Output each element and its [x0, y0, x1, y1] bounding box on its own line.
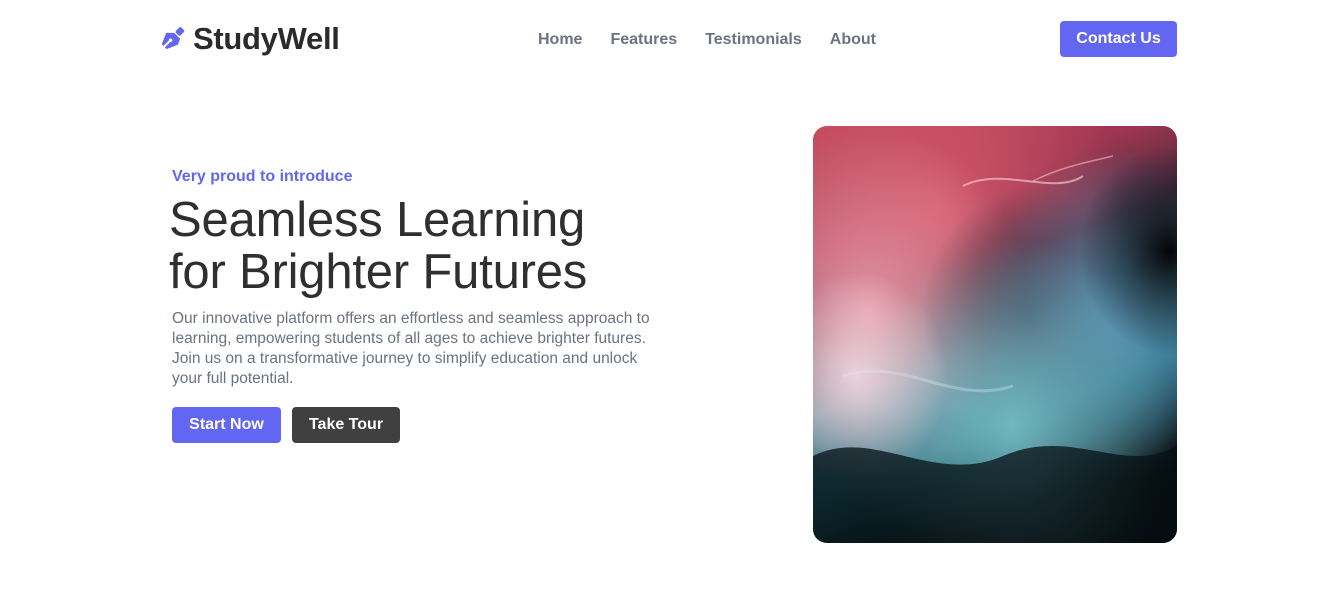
nav-testimonials[interactable]: Testimonials	[705, 30, 802, 50]
main-nav: Home Features Testimonials About	[538, 30, 876, 50]
take-tour-button[interactable]: Take Tour	[292, 407, 400, 443]
nav-features[interactable]: Features	[610, 30, 677, 50]
brand-logo[interactable]: StudyWell	[161, 22, 340, 56]
start-now-button[interactable]: Start Now	[172, 407, 281, 443]
landing-page: StudyWell Home Features Testimonials Abo…	[0, 0, 1341, 611]
nav-about[interactable]: About	[830, 30, 876, 50]
hero-eyebrow: Very proud to introduce	[172, 168, 353, 185]
nav-home[interactable]: Home	[538, 30, 582, 50]
fountain-pen-icon	[161, 27, 185, 50]
brand-name: StudyWell	[193, 21, 340, 56]
hero-description: Our innovative platform offers an effort…	[172, 310, 650, 387]
hero-image	[813, 126, 1177, 543]
hero-title: Seamless Learning for Brighter Futures	[169, 194, 689, 298]
hero-title-line-1: Seamless Learning	[169, 193, 586, 247]
contact-us-button[interactable]: Contact Us	[1060, 21, 1177, 57]
abstract-fluid-art	[813, 126, 1177, 543]
hero-title-line-2: for Brighter Futures	[169, 245, 588, 299]
